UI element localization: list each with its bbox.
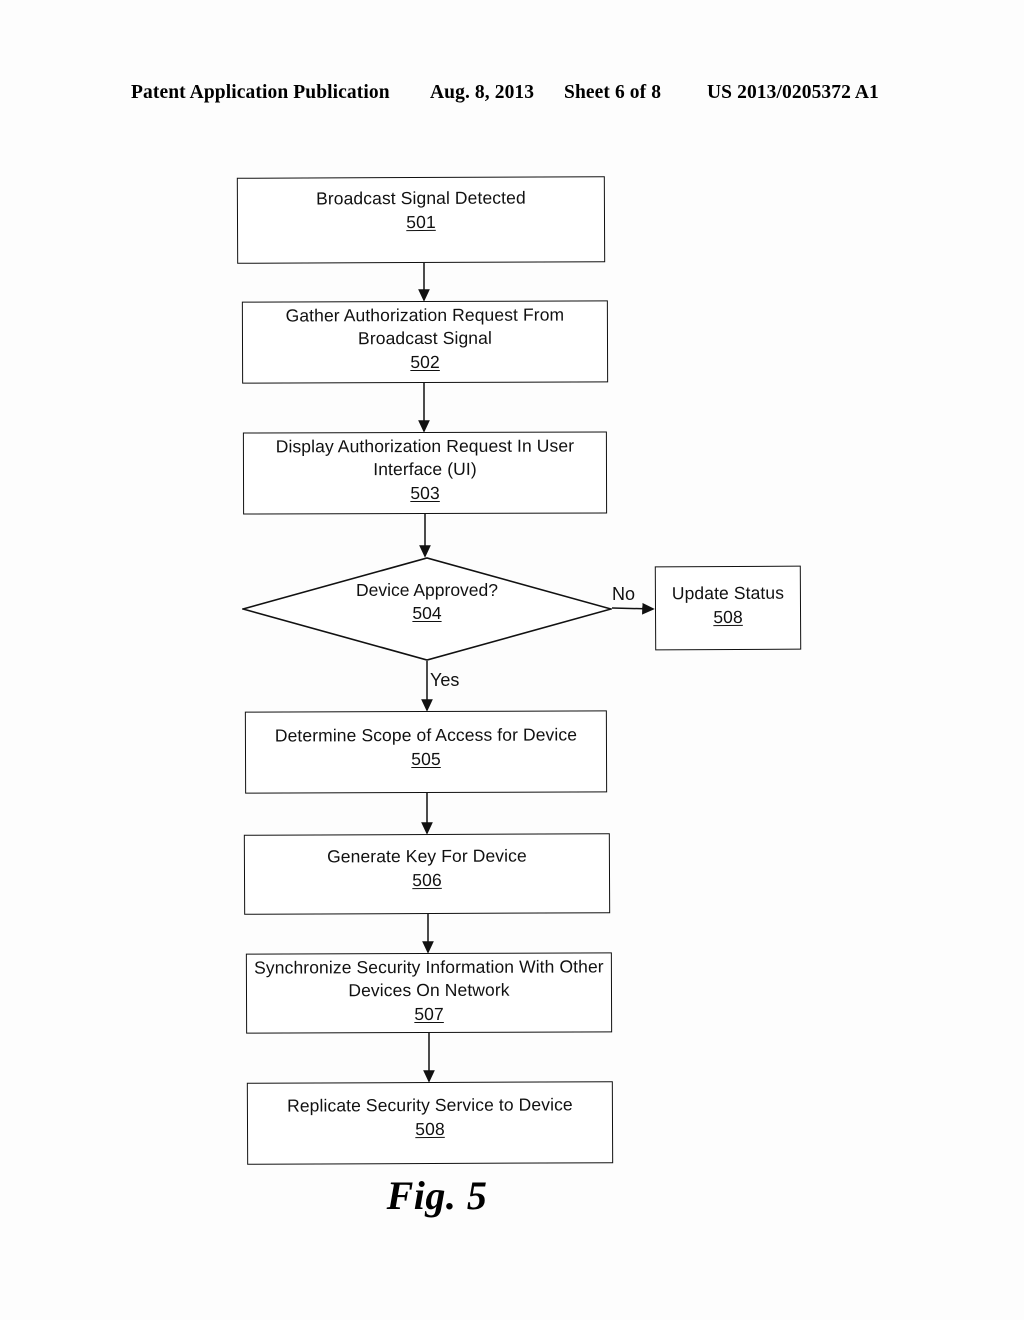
flow-node-508-title: Update Status [671, 582, 785, 604]
flow-node-503-title: Display Authorization Request In User In… [275, 435, 575, 480]
flow-node-502-ref: 502 [410, 351, 440, 372]
flow-node-504-decision[interactable]: Device Approved? 504 [240, 557, 614, 661]
flow-node-506-title: Generate Key For Device [327, 845, 527, 867]
flow-node-507-title: Synchronize Security Information With Ot… [254, 956, 604, 1001]
flow-node-501[interactable]: Broadcast Signal Detected 501 [236, 176, 606, 264]
flow-node-503-ref: 503 [410, 482, 440, 503]
flow-node-505-title: Determine Scope of Access for Device [274, 724, 578, 746]
flow-node-501-ref: 501 [406, 211, 436, 232]
flow-node-501-title: Broadcast Signal Detected [316, 187, 526, 209]
flow-node-504-label: Device Approved? 504 [242, 579, 612, 625]
flow-node-503[interactable]: Display Authorization Request In User In… [242, 431, 608, 515]
edge-504-508-no [611, 602, 655, 615]
flow-node-508-ref: 508 [713, 606, 743, 627]
flow-node-502-title: Gather Authorization Request From Broadc… [285, 304, 565, 349]
branch-label-yes: Yes [430, 670, 460, 690]
flow-node-507-ref: 507 [414, 1003, 444, 1024]
flow-node-502[interactable]: Gather Authorization Request From Broadc… [241, 300, 609, 384]
flow-node-504-title: Device Approved? [355, 580, 499, 600]
branch-label-no: No [612, 584, 636, 604]
figure-caption-text: Fig. 5 [386, 1173, 488, 1218]
flowchart: Broadcast Signal Detected 501 Gather Aut… [0, 0, 1024, 1320]
flow-node-508b-title: Replicate Security Service to Device [287, 1094, 573, 1116]
flow-node-506-ref: 506 [412, 869, 442, 890]
flow-node-508-update-status[interactable]: Update Status 508 [654, 565, 802, 651]
flow-node-508-replicate-security-service[interactable]: Replicate Security Service to Device 508 [246, 1081, 614, 1165]
flow-node-506[interactable]: Generate Key For Device 506 [243, 833, 611, 915]
flow-node-504-ref: 504 [412, 602, 442, 623]
patent-drawing-sheet: Patent Application Publication Aug. 8, 2… [0, 0, 1024, 1320]
flow-node-505-ref: 505 [411, 748, 441, 769]
flow-node-505[interactable]: Determine Scope of Access for Device 505 [244, 710, 608, 794]
flow-node-507[interactable]: Synchronize Security Information With Ot… [245, 952, 613, 1034]
flow-node-508b-ref: 508 [415, 1118, 445, 1139]
figure-caption: Fig. 5 [0, 1172, 1024, 1219]
